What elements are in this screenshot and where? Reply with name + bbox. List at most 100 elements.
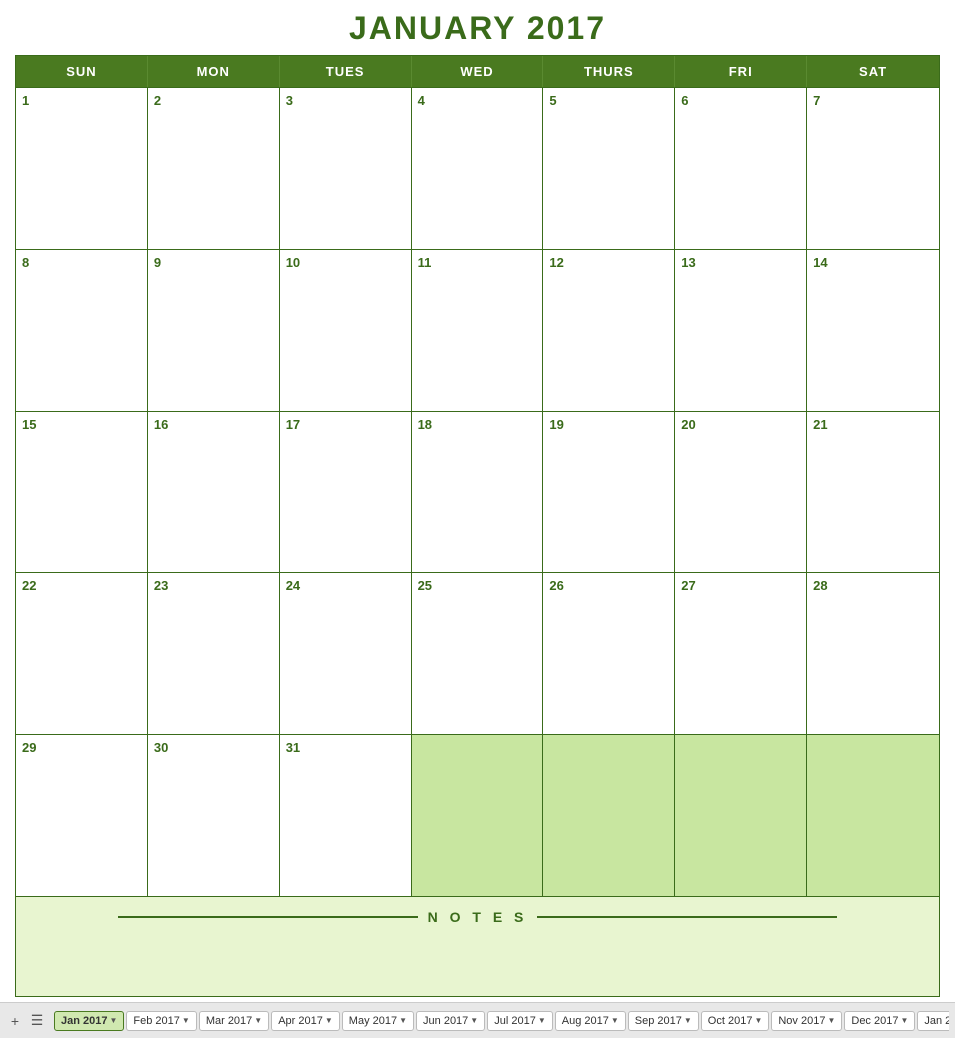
day-number: 19 xyxy=(549,417,563,432)
week-row-0: 1 2 34 5 6 7 xyxy=(16,87,939,249)
add-sheet-icon[interactable]: + xyxy=(6,1012,24,1030)
tab-label: Feb 2017 xyxy=(133,1015,179,1027)
day-number: 31 xyxy=(286,740,300,755)
day-header-wed: WED xyxy=(412,56,544,87)
day-cell[interactable] xyxy=(543,735,675,896)
day-number: 2 xyxy=(154,93,161,108)
day-cell[interactable]: 12 xyxy=(543,250,675,411)
tab-bar: + ☰ Jan 2017▼Feb 2017▼Mar 2017▼Apr 2017▼… xyxy=(0,1002,955,1038)
tab-label: Dec 2017 xyxy=(851,1015,898,1027)
day-cell[interactable]: 25 xyxy=(412,573,544,734)
day-number: 7 xyxy=(813,93,820,108)
tab-label: Nov 2017 xyxy=(778,1015,825,1027)
day-number: 16 xyxy=(154,417,168,432)
day-cell[interactable]: 21 xyxy=(807,412,939,573)
day-cell[interactable]: 7 xyxy=(807,88,939,249)
month-tab-jun-2017[interactable]: Jun 2017▼ xyxy=(416,1011,485,1031)
day-cell[interactable]: 27 xyxy=(675,573,807,734)
day-cell[interactable]: 6 xyxy=(675,88,807,249)
day-cell[interactable]: 29 xyxy=(16,735,148,896)
day-headers-row: SUNMONTUESWEDTHURSFRISAT xyxy=(16,56,939,87)
day-cell[interactable]: 1 xyxy=(16,88,148,249)
chevron-down-icon: ▼ xyxy=(827,1016,835,1025)
day-number: 1 xyxy=(22,93,29,108)
day-number: 28 xyxy=(813,578,827,593)
day-number: 6 xyxy=(681,93,688,108)
day-cell[interactable]: 2 xyxy=(148,88,280,249)
day-cell[interactable] xyxy=(412,735,544,896)
tabs-container: Jan 2017▼Feb 2017▼Mar 2017▼Apr 2017▼May … xyxy=(54,1011,949,1031)
day-number: 10 xyxy=(286,255,300,270)
month-tab-mar-2017[interactable]: Mar 2017▼ xyxy=(199,1011,269,1031)
day-cell[interactable]: 23 xyxy=(148,573,280,734)
day-cell[interactable]: 15 xyxy=(16,412,148,573)
day-cell[interactable]: 31 xyxy=(280,735,412,896)
month-tab-dec-2017[interactable]: Dec 2017▼ xyxy=(844,1011,915,1031)
chevron-down-icon: ▼ xyxy=(470,1016,478,1025)
month-tab-nov-2017[interactable]: Nov 2017▼ xyxy=(771,1011,842,1031)
chevron-down-icon: ▼ xyxy=(611,1016,619,1025)
day-cell[interactable]: 9 xyxy=(148,250,280,411)
month-tab-feb-2017[interactable]: Feb 2017▼ xyxy=(126,1011,196,1031)
month-tab-apr-2017[interactable]: Apr 2017▼ xyxy=(271,1011,340,1031)
day-number: 18 xyxy=(418,417,432,432)
chevron-down-icon: ▼ xyxy=(254,1016,262,1025)
day-cell[interactable]: 18 xyxy=(412,412,544,573)
day-cell[interactable] xyxy=(675,735,807,896)
day-cell[interactable]: 16 xyxy=(148,412,280,573)
day-number: 22 xyxy=(22,578,36,593)
day-cell[interactable]: 24 xyxy=(280,573,412,734)
notes-label: N O T E S xyxy=(428,909,528,925)
month-tab-oct-2017[interactable]: Oct 2017▼ xyxy=(701,1011,770,1031)
day-cell[interactable]: 17 xyxy=(280,412,412,573)
day-number: 17 xyxy=(286,417,300,432)
day-number: 11 xyxy=(418,255,432,270)
month-tab-aug-2017[interactable]: Aug 2017▼ xyxy=(555,1011,626,1031)
week-row-2: 15 16 17 18 19 20 21 xyxy=(16,411,939,573)
day-cell[interactable]: 28 xyxy=(807,573,939,734)
tab-label: Jul 2017 xyxy=(494,1015,536,1027)
day-header-sun: SUN xyxy=(16,56,148,87)
day-cell[interactable]: 5 xyxy=(543,88,675,249)
day-cell[interactable]: 20 xyxy=(675,412,807,573)
week-row-4: 29 30 31 xyxy=(16,734,939,896)
day-number: 29 xyxy=(22,740,36,755)
chevron-down-icon: ▼ xyxy=(900,1016,908,1025)
day-cell[interactable]: 22 xyxy=(16,573,148,734)
day-cell[interactable]: 13 xyxy=(675,250,807,411)
chevron-down-icon: ▼ xyxy=(109,1016,117,1025)
week-row-3: 22 2324 25 2627 28 xyxy=(16,572,939,734)
day-cell[interactable] xyxy=(807,735,939,896)
month-tab-jul-2017[interactable]: Jul 2017▼ xyxy=(487,1011,553,1031)
day-number: 25 xyxy=(418,578,432,593)
month-tab-jan-2017[interactable]: Jan 2017▼ xyxy=(54,1011,124,1031)
tab-label: Mar 2017 xyxy=(206,1015,252,1027)
day-cell[interactable]: 3 xyxy=(280,88,412,249)
day-cell[interactable]: 14 xyxy=(807,250,939,411)
day-number: 30 xyxy=(154,740,168,755)
day-number: 20 xyxy=(681,417,695,432)
day-header-tues: TUES xyxy=(280,56,412,87)
day-cell[interactable]: 11 xyxy=(412,250,544,411)
week-row-1: 89 10 11 121314 xyxy=(16,249,939,411)
month-tab-may-2017[interactable]: May 2017▼ xyxy=(342,1011,414,1031)
day-number: 4 xyxy=(418,93,425,108)
day-cell[interactable]: 26 xyxy=(543,573,675,734)
calendar-title: JANUARY 2017 xyxy=(15,10,940,47)
tab-label: Apr 2017 xyxy=(278,1015,323,1027)
day-cell[interactable]: 19 xyxy=(543,412,675,573)
month-tab-jan-2018[interactable]: Jan 2018▼ xyxy=(917,1011,949,1031)
day-cell[interactable]: 30 xyxy=(148,735,280,896)
day-header-thurs: THURS xyxy=(543,56,675,87)
day-cell[interactable]: 10 xyxy=(280,250,412,411)
day-cell[interactable]: 8 xyxy=(16,250,148,411)
day-cell[interactable]: 4 xyxy=(412,88,544,249)
tab-label: Jan 2018 xyxy=(924,1015,949,1027)
tab-label: Jan 2017 xyxy=(61,1015,107,1027)
day-header-sat: SAT xyxy=(807,56,939,87)
day-number: 5 xyxy=(549,93,556,108)
menu-icon[interactable]: ☰ xyxy=(28,1012,46,1030)
tab-bar-icons: + ☰ xyxy=(6,1012,46,1030)
tab-label: May 2017 xyxy=(349,1015,397,1027)
month-tab-sep-2017[interactable]: Sep 2017▼ xyxy=(628,1011,699,1031)
